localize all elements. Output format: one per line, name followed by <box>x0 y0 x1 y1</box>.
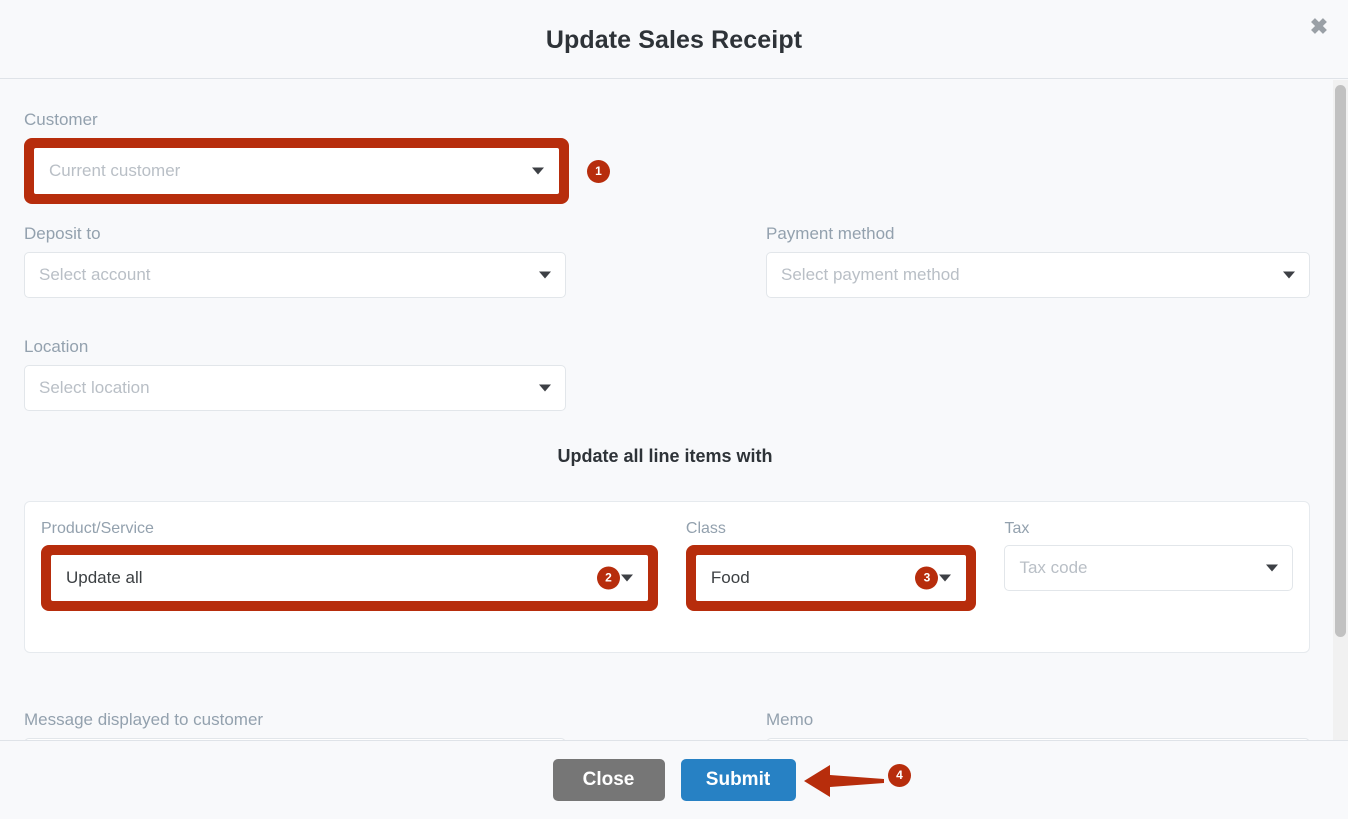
message-field-group: Message displayed to customer <box>24 710 566 740</box>
product-service-select[interactable]: Update all <box>51 555 648 601</box>
deposit-to-value: Select account <box>39 265 151 284</box>
class-highlight-box: Food 3 <box>685 545 977 611</box>
memo-label: Memo <box>766 710 814 729</box>
deposit-to-label: Deposit to <box>24 224 101 243</box>
chevron-down-icon <box>939 574 952 582</box>
vertical-scrollbar-thumb[interactable] <box>1335 85 1346 637</box>
page-title: Update Sales Receipt <box>545 26 803 54</box>
submit-button[interactable]: Submit <box>680 759 796 801</box>
line-items-section-title: Update all line items with <box>557 446 773 466</box>
chevron-down-icon <box>1283 271 1295 279</box>
chevron-down-icon <box>539 384 551 392</box>
customer-label: Customer <box>24 110 98 129</box>
close-button[interactable]: Close <box>552 759 665 801</box>
product-service-highlight-box: Update all 2 <box>41 545 658 611</box>
class-field-group: Class Food 3 <box>685 520 977 611</box>
payment-method-field-group: Payment method Select payment method <box>766 224 1310 298</box>
close-icon[interactable]: ✖ <box>1302 10 1336 44</box>
location-select[interactable]: Select location <box>24 365 566 411</box>
customer-value: Current customer <box>49 161 181 180</box>
location-field-group: Location Select location <box>24 337 566 411</box>
customer-highlight-box: Current customer <box>24 138 569 204</box>
tax-value: Tax code <box>1019 558 1088 577</box>
message-label: Message displayed to customer <box>24 710 264 729</box>
customer-select[interactable]: Current customer <box>34 148 559 194</box>
deposit-to-select[interactable]: Select account <box>24 252 566 298</box>
modal-body: Customer Current customer 1 Deposit to S… <box>0 80 1348 740</box>
step-badge-1: 1 <box>587 160 610 183</box>
location-value: Select location <box>39 378 150 397</box>
tax-select[interactable]: Tax code <box>1004 545 1293 591</box>
customer-field-group: Customer Current customer 1 <box>24 110 634 204</box>
modal-header: Update Sales Receipt ✖ <box>0 0 1348 79</box>
tax-label: Tax <box>1004 520 1030 537</box>
payment-method-select[interactable]: Select payment method <box>766 252 1310 298</box>
modal-footer: Close Submit <box>0 740 1348 819</box>
class-value: Food <box>710 568 750 587</box>
location-label: Location <box>24 337 89 356</box>
tax-field-group: Tax Tax code <box>1004 520 1293 591</box>
step-badge-4: 4 <box>888 764 911 787</box>
memo-field-group: Memo <box>766 710 1310 740</box>
chevron-down-icon <box>620 574 633 582</box>
step-badge-2: 2 <box>596 566 620 590</box>
payment-method-label: Payment method <box>766 224 895 243</box>
product-service-label: Product/Service <box>41 520 154 537</box>
vertical-scrollbar-track[interactable] <box>1333 80 1348 740</box>
chevron-down-icon <box>539 271 551 279</box>
deposit-to-field-group: Deposit to Select account <box>24 224 566 298</box>
update-sales-receipt-modal: Update Sales Receipt ✖ Customer Current … <box>0 0 1348 819</box>
step-badge-3: 3 <box>915 566 939 590</box>
product-service-value: Update all <box>66 568 143 587</box>
chevron-down-icon <box>532 167 544 175</box>
class-label: Class <box>685 520 726 537</box>
line-items-panel: Product/Service Update all 2 Class Food <box>24 501 1310 653</box>
deposit-payment-row: Deposit to Select account Payment method… <box>24 224 1310 298</box>
chevron-down-icon <box>1266 564 1278 572</box>
annotation-arrow-icon <box>804 763 884 799</box>
product-service-field-group: Product/Service Update all 2 <box>41 520 658 611</box>
message-memo-row: Message displayed to customer Memo <box>24 710 1310 740</box>
payment-method-value: Select payment method <box>781 265 960 284</box>
